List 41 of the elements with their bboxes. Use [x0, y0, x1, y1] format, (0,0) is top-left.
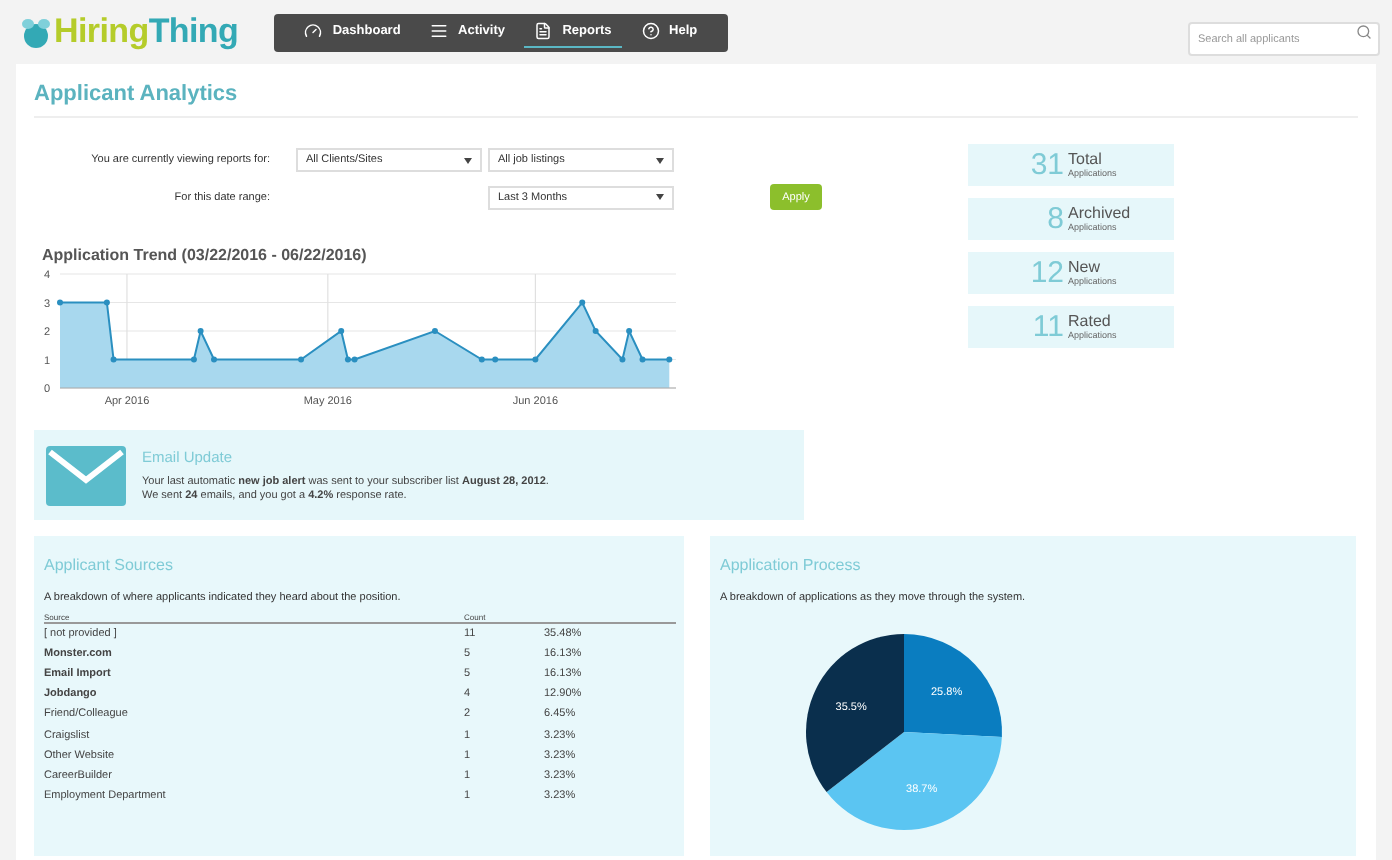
data-point [57, 299, 63, 306]
chart-title: Application Trend (03/22/2016 - 06/22/2016) [42, 246, 369, 264]
caret-icon [464, 157, 472, 163]
stat-label: Total [1068, 152, 1104, 168]
data-point [592, 328, 599, 334]
stat-number: 11 [1030, 310, 1066, 344]
stat-label: New [1068, 260, 1103, 276]
list-icon [430, 22, 449, 40]
stat-number: 31 [1028, 148, 1066, 182]
data-point [639, 356, 646, 363]
data-point [666, 356, 673, 363]
bee-icon [20, 14, 52, 50]
data-point [338, 328, 345, 334]
panel-title: Applicant Sources [44, 556, 175, 574]
data-point [211, 356, 217, 363]
data-point [626, 328, 633, 334]
data-point [619, 356, 626, 363]
logo-text: HiringThing [54, 12, 239, 52]
data-point [478, 356, 485, 363]
caret-icon [656, 157, 664, 163]
help-icon [641, 22, 660, 40]
data-point [103, 299, 110, 306]
panel-title: Application Process [720, 556, 863, 574]
document-icon [534, 22, 553, 40]
data-point [431, 328, 438, 334]
data-point [190, 356, 197, 363]
stat-number: 12 [1028, 256, 1066, 290]
search-icon [1356, 23, 1372, 39]
envelope-icon [46, 445, 126, 505]
stat-label: Rated [1068, 314, 1113, 330]
gauge-icon [304, 22, 323, 40]
stat-label: Archived [1068, 206, 1131, 222]
page-title: Applicant Analytics [34, 64, 1358, 118]
data-point [579, 299, 586, 306]
data-point [110, 356, 117, 363]
caret-icon [656, 194, 664, 200]
data-point [197, 328, 204, 334]
data-point [298, 356, 305, 363]
data-point [492, 356, 499, 363]
data-point [532, 356, 539, 363]
stat-number: 8 [1045, 202, 1066, 236]
